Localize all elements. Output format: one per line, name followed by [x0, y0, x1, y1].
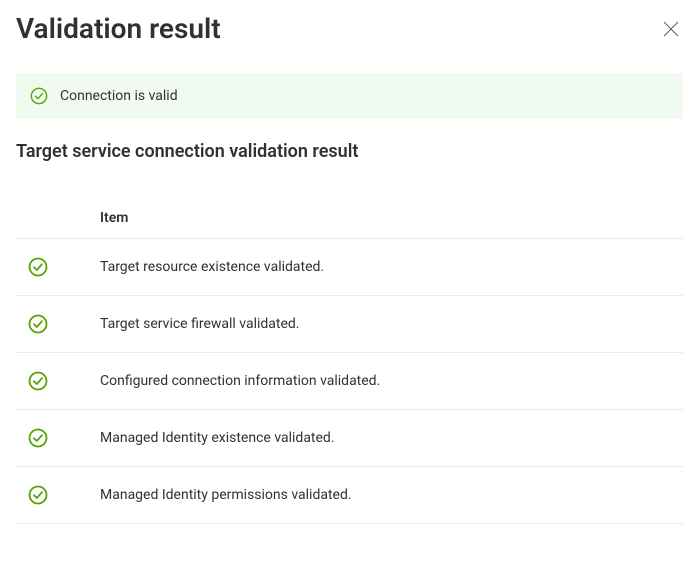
row-status-cell: [28, 428, 100, 448]
table-row: Managed Identity permissions validated.: [16, 467, 683, 524]
success-check-icon: [28, 428, 48, 448]
success-check-icon: [28, 257, 48, 277]
status-message: Connection is valid: [60, 88, 178, 104]
row-item-text: Target service firewall validated.: [100, 316, 671, 332]
validation-table: Item Target resource existence validated…: [16, 210, 683, 524]
close-icon: [663, 21, 679, 37]
row-status-cell: [28, 485, 100, 505]
table-row: Configured connection information valida…: [16, 353, 683, 410]
row-item-text: Target resource existence validated.: [100, 259, 671, 275]
panel-header: Validation result: [16, 12, 683, 45]
section-subtitle: Target service connection validation res…: [16, 141, 683, 162]
table-row: Target resource existence validated.: [16, 239, 683, 296]
table-header-item-col: Item: [100, 210, 671, 226]
success-check-icon: [28, 485, 48, 505]
status-banner: Connection is valid: [16, 73, 683, 119]
close-button[interactable]: [659, 17, 683, 41]
row-status-cell: [28, 371, 100, 391]
row-status-cell: [28, 257, 100, 277]
page-title: Validation result: [16, 12, 221, 45]
table-row: Managed Identity existence validated.: [16, 410, 683, 467]
table-header-row: Item: [16, 210, 683, 239]
table-row: Target service firewall validated.: [16, 296, 683, 353]
row-item-text: Managed Identity permissions validated.: [100, 487, 671, 503]
success-check-icon: [28, 314, 48, 334]
row-item-text: Managed Identity existence validated.: [100, 430, 671, 446]
success-check-icon: [30, 87, 48, 105]
row-item-text: Configured connection information valida…: [100, 373, 671, 389]
table-header-status-col: [28, 210, 100, 226]
success-check-icon: [28, 371, 48, 391]
row-status-cell: [28, 314, 100, 334]
